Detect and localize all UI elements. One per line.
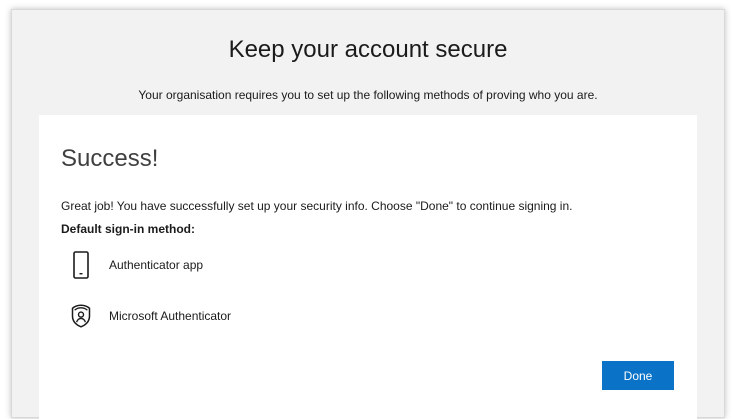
security-setup-window: Keep your account secure Your organisati… — [11, 9, 725, 419]
method-label: Authenticator app — [109, 258, 204, 272]
success-heading: Success! — [61, 145, 159, 172]
success-message: Great job! You have successfully set up … — [61, 199, 573, 213]
microsoft-authenticator-icon — [70, 301, 92, 331]
page-title: Keep your account secure — [228, 36, 508, 63]
method-authenticator-app: Authenticator app — [70, 250, 203, 280]
page-subtitle: Your organisation requires you to set up… — [138, 88, 598, 102]
method-microsoft-authenticator: Microsoft Authenticator — [70, 301, 231, 331]
mobile-phone-icon — [70, 250, 92, 280]
success-card: Success! Great job! You have successfull… — [39, 115, 697, 419]
default-method-label: Default sign-in method: — [61, 222, 195, 236]
done-button[interactable]: Done — [602, 361, 674, 390]
method-label: Microsoft Authenticator — [109, 309, 232, 323]
